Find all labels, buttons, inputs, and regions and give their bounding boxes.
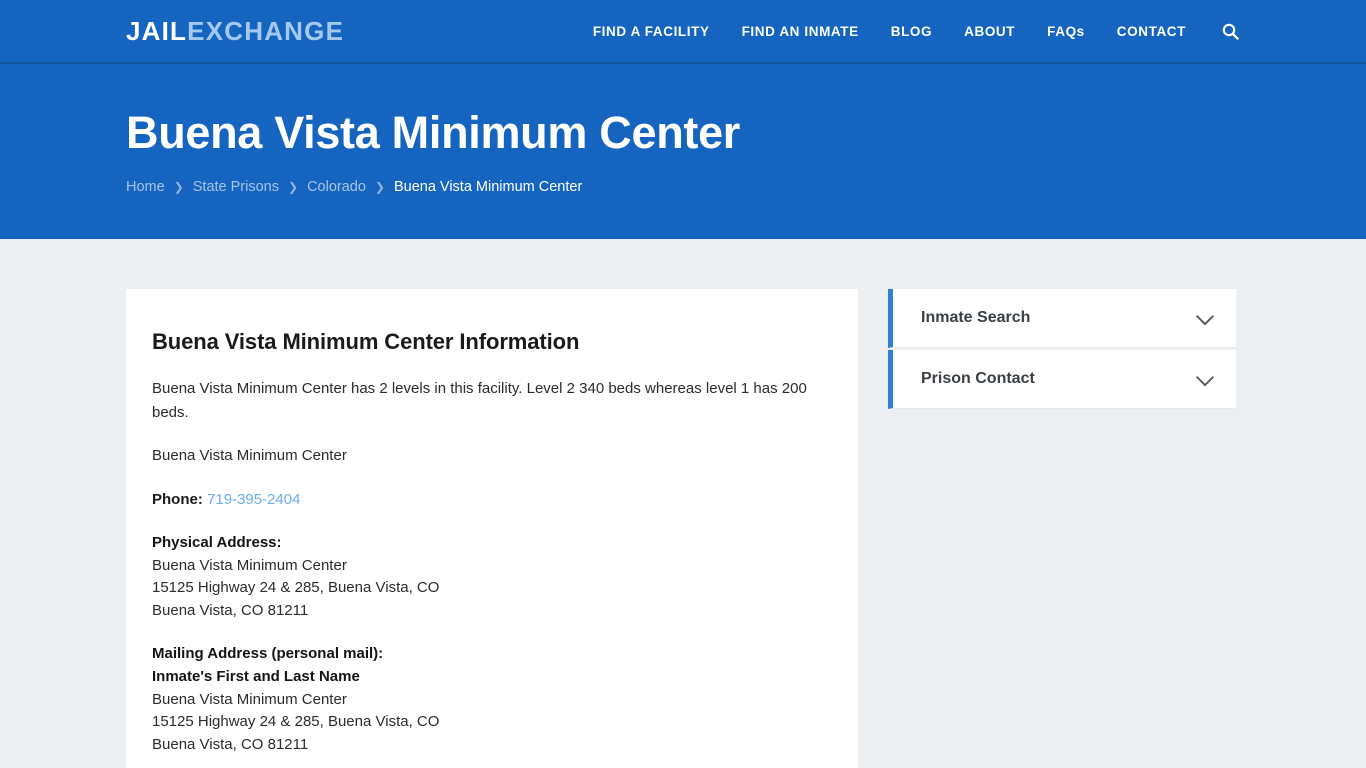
accordion-label-inmate-search: Inmate Search	[921, 309, 1031, 326]
mailing-address-line-2: 15125 Highway 24 & 285, Buena Vista, CO	[152, 713, 440, 731]
phone-row: Phone: 719-395-2404	[152, 488, 822, 512]
physical-address-heading: Physical Address:	[152, 533, 282, 551]
nav-link-find-a-facility[interactable]: FIND A FACILITY	[593, 24, 710, 39]
nav-link-find-an-inmate[interactable]: FIND AN INMATE	[742, 24, 859, 39]
search-icon[interactable]	[1220, 21, 1240, 41]
physical-address-line-3: Buena Vista, CO 81211	[152, 602, 309, 620]
breadcrumb-item-home[interactable]: Home	[126, 179, 165, 195]
physical-address-line-1: Buena Vista Minimum Center	[152, 556, 347, 574]
sidebar: Inmate Search Prison Contact	[888, 289, 1236, 768]
sidebar-accordion-inmate-search[interactable]: Inmate Search	[888, 289, 1236, 348]
chevron-down-icon	[1196, 313, 1214, 325]
breadcrumb: Home ❯ State Prisons ❯ Colorado ❯ Buena …	[126, 179, 1240, 195]
page-title: Buena Vista Minimum Center	[126, 106, 741, 158]
card-title: Buena Vista Minimum Center Information	[152, 329, 580, 354]
facility-intro-text: Buena Vista Minimum Center has 2 levels …	[152, 380, 807, 421]
mailing-address-subheading: Inmate's First and Last Name	[152, 667, 360, 685]
mailing-address-line-3: Buena Vista, CO 81211	[152, 736, 309, 754]
page-hero-banner: Buena Vista Minimum Center Home ❯ State …	[0, 64, 1366, 239]
nav-link-about[interactable]: ABOUT	[964, 24, 1015, 39]
logo-text-exchange: EXCHANGE	[187, 16, 345, 46]
facility-name-text: Buena Vista Minimum Center	[152, 447, 347, 465]
mailing-address-heading: Mailing Address (personal mail):	[152, 644, 384, 662]
main-navigation-menu: FIND A FACILITY FIND AN INMATE BLOG ABOU…	[593, 21, 1240, 41]
physical-address-line-2: 15125 Highway 24 & 285, Buena Vista, CO	[152, 579, 440, 597]
chevron-right-icon: ❯	[173, 180, 184, 195]
chevron-right-icon: ❯	[374, 180, 385, 195]
nav-link-faqs[interactable]: FAQs	[1047, 24, 1085, 39]
top-navigation-bar: JAILEXCHANGE FIND A FACILITY FIND AN INM…	[0, 0, 1366, 64]
breadcrumb-item-colorado[interactable]: Colorado	[307, 179, 366, 195]
phone-number-link[interactable]: 719-395-2404	[207, 491, 300, 508]
phone-label: Phone:	[152, 491, 203, 509]
nav-link-contact[interactable]: CONTACT	[1117, 24, 1186, 39]
facility-information-card: Buena Vista Minimum Center Information B…	[126, 289, 858, 768]
chevron-down-icon	[1196, 374, 1214, 386]
page-body: Buena Vista Minimum Center Information B…	[0, 239, 1366, 768]
mailing-address-block: Mailing Address (personal mail): Inmate'…	[152, 643, 832, 757]
breadcrumb-item-current: Buena Vista Minimum Center	[393, 179, 583, 196]
breadcrumb-item-state-prisons[interactable]: State Prisons	[193, 179, 279, 195]
sidebar-accordion-prison-contact[interactable]: Prison Contact	[888, 350, 1236, 409]
mailing-address-line-1: Buena Vista Minimum Center	[152, 690, 347, 708]
logo-text-jail: JAIL	[126, 16, 188, 46]
chevron-right-icon: ❯	[288, 180, 299, 195]
nav-link-blog[interactable]: BLOG	[891, 24, 932, 39]
accordion-label-prison-contact: Prison Contact	[921, 370, 1035, 387]
site-logo[interactable]: JAILEXCHANGE	[126, 18, 344, 44]
physical-address-block: Physical Address: Buena Vista Minimum Ce…	[152, 532, 832, 623]
